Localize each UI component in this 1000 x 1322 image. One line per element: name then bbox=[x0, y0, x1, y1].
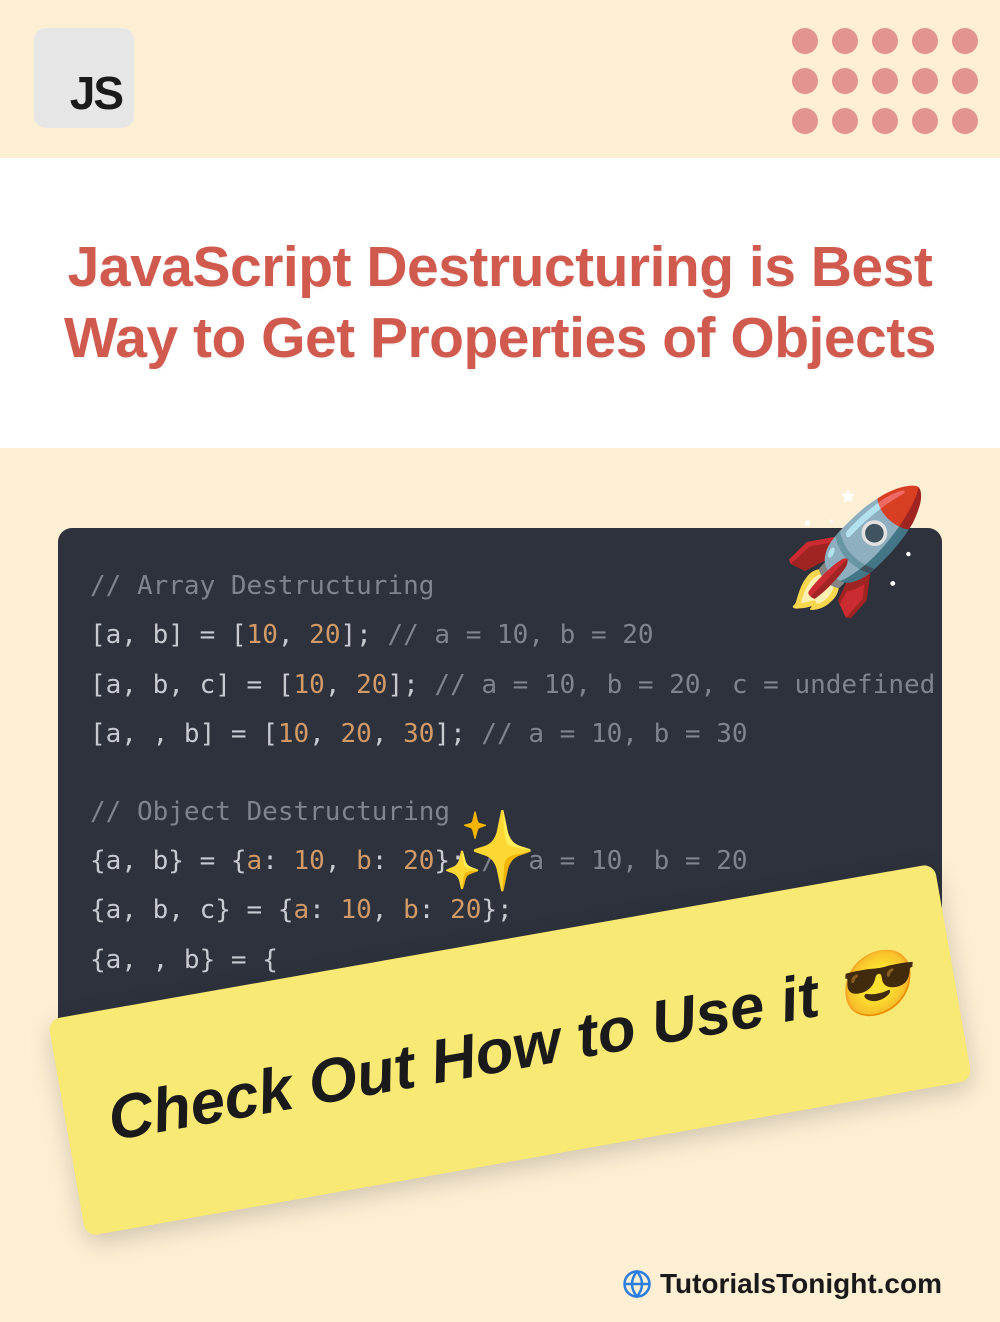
dot-icon bbox=[952, 68, 978, 94]
dot-icon bbox=[912, 68, 938, 94]
dot-icon bbox=[952, 108, 978, 134]
decorative-dot-grid bbox=[792, 28, 978, 134]
dot-icon bbox=[832, 68, 858, 94]
dot-icon bbox=[872, 28, 898, 54]
code-line: [a, b, c] = [10, 20]; // a = 10, b = 20,… bbox=[90, 661, 910, 710]
dot-icon bbox=[832, 108, 858, 134]
dot-icon bbox=[952, 28, 978, 54]
globe-icon bbox=[622, 1269, 652, 1299]
footer: TutorialsTonight.com bbox=[622, 1268, 942, 1300]
dot-icon bbox=[912, 108, 938, 134]
code-line: [a, , b] = [10, 20, 30]; // a = 10, b = … bbox=[90, 710, 910, 759]
js-badge-label: JS bbox=[70, 66, 122, 120]
cool-emoji-icon: 😎 bbox=[829, 945, 917, 1026]
footer-site-link[interactable]: TutorialsTonight.com bbox=[660, 1268, 942, 1300]
rocket-icon: 🚀 bbox=[781, 482, 930, 622]
dot-icon bbox=[792, 68, 818, 94]
title-panel: JavaScript Destructuring is Best Way to … bbox=[0, 158, 1000, 448]
dot-icon bbox=[872, 68, 898, 94]
dot-icon bbox=[872, 108, 898, 134]
js-badge: JS bbox=[34, 28, 134, 128]
dot-icon bbox=[792, 28, 818, 54]
page-title: JavaScript Destructuring is Best Way to … bbox=[60, 232, 940, 375]
dot-icon bbox=[832, 28, 858, 54]
sparkles-icon: ✨ bbox=[440, 806, 537, 898]
dot-icon bbox=[912, 28, 938, 54]
dot-icon bbox=[792, 108, 818, 134]
